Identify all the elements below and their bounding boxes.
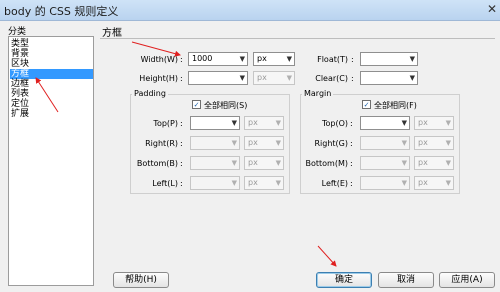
annotation-arrow-box-category bbox=[35, 77, 59, 113]
annotation-arrows bbox=[35, 41, 337, 267]
annotation-arrow-width bbox=[131, 41, 181, 57]
annotation-arrow-ok bbox=[317, 245, 337, 267]
